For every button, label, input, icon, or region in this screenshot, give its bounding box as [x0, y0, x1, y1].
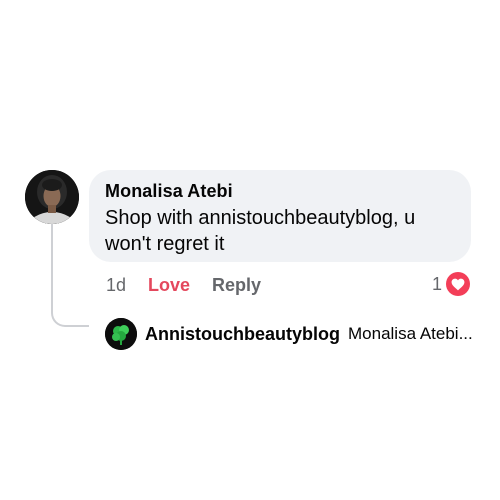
- avatar[interactable]: [25, 170, 79, 224]
- reply-avatar[interactable]: [105, 318, 137, 350]
- reply-author[interactable]: Annistouchbeautyblog: [145, 324, 340, 345]
- heart-icon: [446, 272, 471, 296]
- reply-preview-row[interactable]: Annistouchbeautyblog Monalisa Atebi...: [105, 318, 473, 350]
- love-button[interactable]: Love: [148, 274, 190, 296]
- reaction-count: 1: [432, 273, 443, 294]
- comment-author[interactable]: Monalisa Atebi: [105, 180, 455, 202]
- reply-thread-line: [51, 224, 89, 327]
- comment-text: Shop with annistouchbeautyblog, u won't …: [105, 207, 416, 255]
- reply-preview-text: Monalisa Atebi...: [348, 324, 473, 343]
- reaction-summary[interactable]: 1: [432, 272, 471, 296]
- comment-timestamp[interactable]: 1d: [106, 274, 126, 296]
- comment-bubble: Monalisa Atebi Shop with annistouchbeaut…: [89, 170, 471, 262]
- comment-actions: 1d Love Reply: [106, 274, 261, 296]
- reply-button[interactable]: Reply: [212, 274, 261, 296]
